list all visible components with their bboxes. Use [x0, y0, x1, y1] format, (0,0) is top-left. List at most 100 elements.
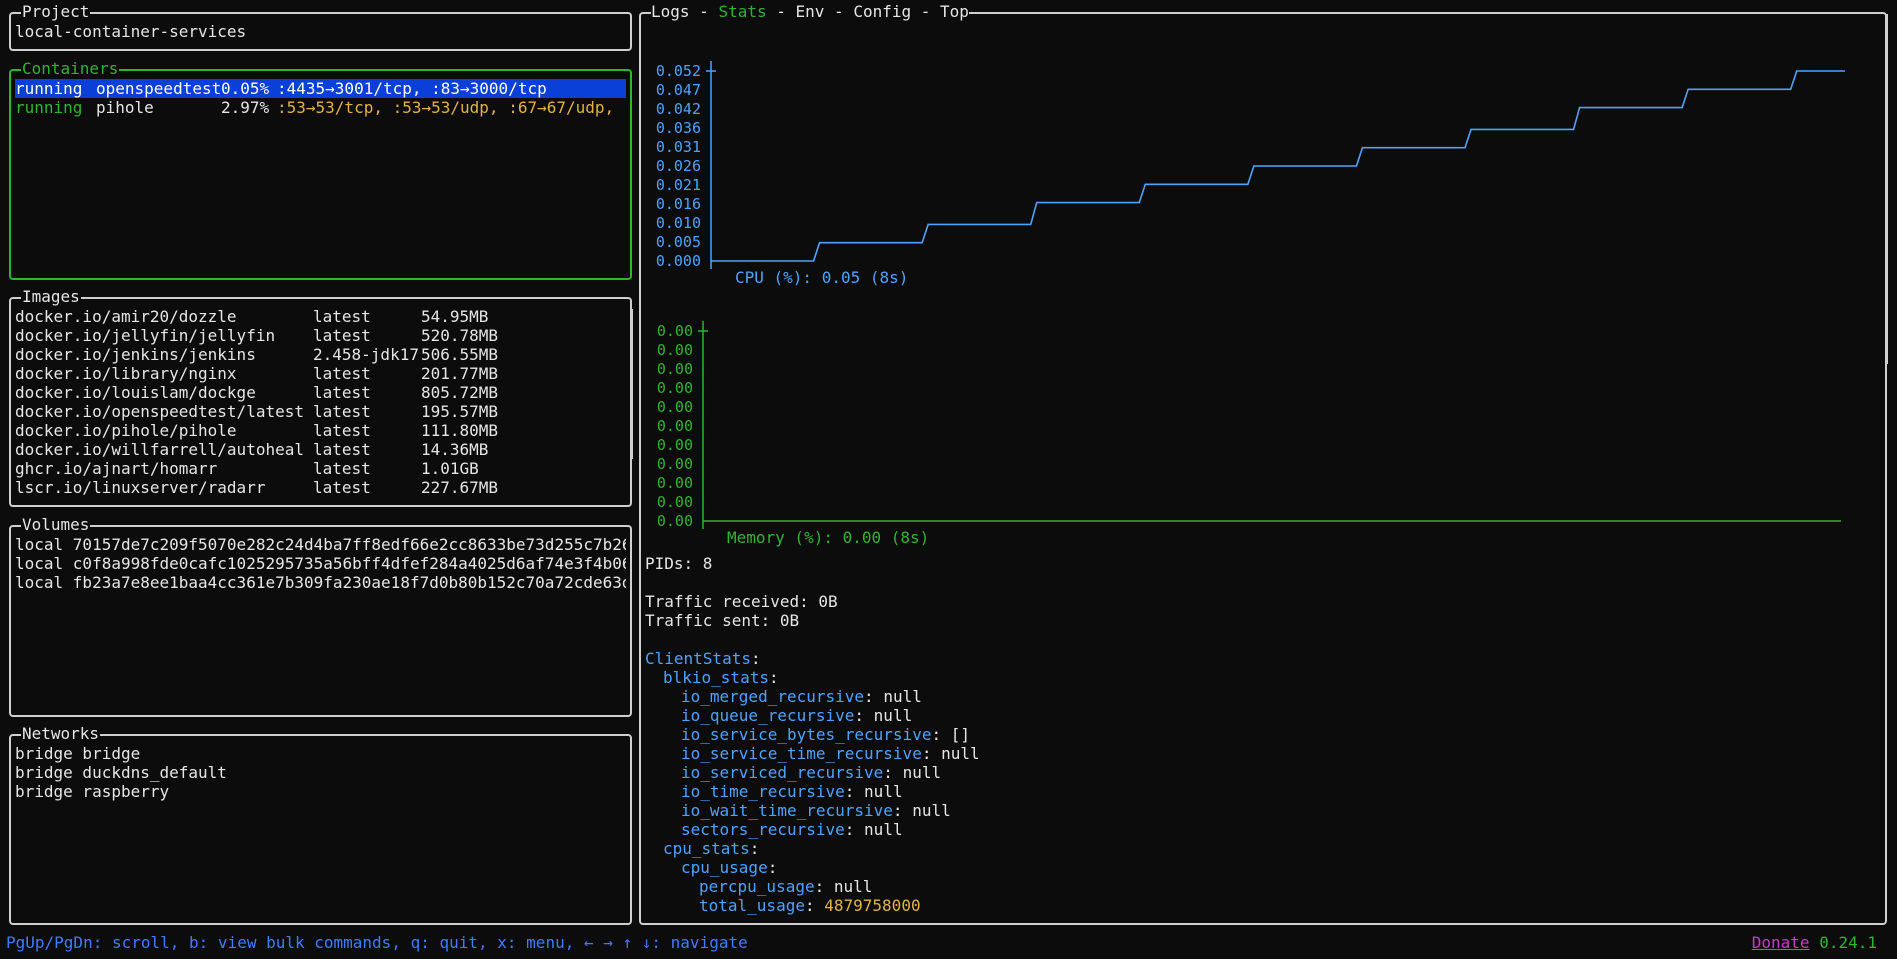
container-status: running — [15, 98, 83, 117]
container-ports: :4435→3001/tcp, :83→3000/tcp — [277, 79, 547, 98]
tree-node: io_queue_recursive: null — [681, 706, 913, 725]
images-panel[interactable]: Images docker.io/amir20/dozzle latest 54.9… — [9, 287, 633, 507]
tree-key: io_time_recursive — [681, 782, 845, 801]
image-name: docker.io/library/nginx — [15, 364, 237, 383]
container-cpu: 2.97% — [221, 98, 270, 117]
image-name: lscr.io/linuxserver/radarr — [15, 478, 266, 497]
container-row[interactable]: running pihole 2.97% :53→53/tcp, :53→53/… — [15, 98, 626, 117]
image-row[interactable]: docker.io/willfarrell/autoheal latest 14.3… — [15, 440, 626, 459]
tree-key: blkio_stats — [663, 668, 769, 687]
project-name: local-container-services — [15, 22, 247, 41]
donate-link[interactable]: Donate — [1752, 933, 1810, 952]
footer-right: Donate 0.24.1 — [1752, 933, 1877, 953]
image-tag: latest — [313, 459, 371, 478]
image-row[interactable]: lscr.io/linuxserver/radarr latest 227.67MB — [15, 478, 626, 497]
volume-row[interactable]: local c0f8a998fde0cafc1025295735a56bff4d… — [15, 554, 626, 573]
details-panel[interactable]: Logs - Stats - Env - Config - Top 0.052 0… — [639, 2, 1888, 925]
image-row[interactable]: ghcr.io/ajnart/homarr latest 1.01GB — [15, 459, 626, 478]
tree-node: io_wait_time_recursive: null — [681, 801, 951, 820]
image-size: 520.78MB — [421, 326, 499, 345]
network-row[interactable]: bridge duckdns_default — [15, 763, 626, 782]
cpu-chart: 0.052 0.047 0.042 0.036 0.031 0.026 0.021 0.016… — [641, 14, 1881, 294]
traffic-received-text: Traffic received: 0B — [645, 592, 838, 611]
pids-text: PIDs: 8 — [645, 554, 713, 573]
tree-value: null — [864, 782, 903, 801]
tree-node: percpu_usage: null — [699, 877, 873, 896]
container-name: pihole — [96, 98, 154, 117]
project-panel-title: Project — [21, 2, 91, 22]
image-name: ghcr.io/ajnart/homarr — [15, 459, 218, 478]
image-tag: latest — [313, 364, 371, 383]
tree-key: sectors_recursive — [681, 820, 845, 839]
memory-chart-caption: Memory (%): 0.00 (8s) — [727, 528, 930, 547]
details-scrollbar[interactable] — [1885, 14, 1888, 364]
volumes-panel[interactable]: Volumes local 70157de7c209f5070e282c24d4… — [9, 515, 632, 717]
network-row[interactable]: bridge raspberry — [15, 782, 626, 801]
volume-row[interactable]: local 70157de7c209f5070e282c24d4ba7ff8ed… — [15, 535, 626, 554]
tree-node: sectors_recursive: null — [681, 820, 903, 839]
tree-value: null — [883, 687, 922, 706]
project-panel[interactable]: Project local-container-services — [9, 2, 632, 51]
image-size: 111.80MB — [421, 421, 499, 440]
image-size: 227.67MB — [421, 478, 499, 497]
networks-panel-title: Networks — [21, 724, 101, 744]
images-scrollbar[interactable] — [630, 309, 633, 459]
image-size: 54.95MB — [421, 307, 489, 326]
tree-value: null — [912, 801, 951, 820]
image-row[interactable]: docker.io/amir20/dozzle latest 54.95MB — [15, 307, 626, 326]
tree-node: io_merged_recursive: null — [681, 687, 922, 706]
network-row[interactable]: bridge bridge — [15, 744, 626, 763]
image-row[interactable]: docker.io/pihole/pihole latest 111.80MB — [15, 421, 626, 440]
tree-value: null — [864, 820, 903, 839]
image-row[interactable]: docker.io/openspeedtest/latest latest 195.… — [15, 402, 626, 421]
image-size: 201.77MB — [421, 364, 499, 383]
image-tag: latest — [313, 326, 371, 345]
volumes-panel-title: Volumes — [21, 515, 91, 535]
image-tag: latest — [313, 478, 371, 497]
tree-key: io_serviced_recursive — [681, 763, 884, 782]
image-tag: latest — [313, 421, 371, 440]
image-size: 14.36MB — [421, 440, 489, 459]
image-name: docker.io/amir20/dozzle — [15, 307, 237, 326]
image-name: docker.io/pihole/pihole — [15, 421, 237, 440]
image-tag: latest — [313, 440, 371, 459]
networks-panel[interactable]: Networks bridge bridge bridge duckdns_def… — [9, 724, 632, 925]
image-name: docker.io/willfarrell/autoheal — [15, 440, 304, 459]
tree-key: cpu_stats — [663, 839, 750, 858]
image-size: 506.55MB — [421, 345, 499, 364]
image-row[interactable]: docker.io/jellyfin/jellyfin latest 520.78M… — [15, 326, 626, 345]
tree-node: cpu_stats: — [663, 839, 760, 858]
cpu-chart-caption: CPU (%): 0.05 (8s) — [735, 268, 909, 287]
tree-node: blkio_stats: — [663, 668, 779, 687]
container-cpu: 0.05% — [221, 79, 270, 98]
tree-key: io_wait_time_recursive — [681, 801, 893, 820]
tree-node: cpu_usage: — [681, 858, 778, 877]
image-row[interactable]: docker.io/jenkins/jenkins 2.458-jdk17 506.… — [15, 345, 626, 364]
tree-node: ClientStats: — [645, 649, 761, 668]
image-size: 1.01GB — [421, 459, 479, 478]
tree-key: cpu_usage — [681, 858, 768, 877]
tree-key: total_usage — [699, 896, 805, 915]
tree-key: ClientStats — [645, 649, 751, 668]
image-row[interactable]: docker.io/louislam/dockge latest 805.72MB — [15, 383, 626, 402]
tree-key: io_service_time_recursive — [681, 744, 922, 763]
images-panel-title: Images — [21, 287, 81, 307]
container-name: openspeedtest — [96, 79, 222, 98]
containers-panel-title: Containers — [21, 59, 120, 79]
tree-value: 4879758000 — [824, 896, 921, 915]
tree-node: io_serviced_recursive: null — [681, 763, 942, 782]
volume-row[interactable]: local fb23a7e8ee1baa4cc361e7b309fa230ae1… — [15, 573, 626, 592]
containers-panel[interactable]: Containers running openspeedtest 0.05% :… — [9, 59, 632, 280]
traffic-sent-text: Traffic sent: 0B — [645, 611, 800, 630]
image-tag: latest — [313, 383, 371, 402]
container-ports: :53→53/tcp, :53→53/udp, :67→67/udp, — [277, 98, 615, 117]
tree-key: io_service_bytes_recursive — [681, 725, 932, 744]
image-name: docker.io/jenkins/jenkins — [15, 345, 256, 364]
tree-node: total_usage: 4879758000 — [699, 896, 921, 915]
tree-value: [] — [950, 725, 970, 744]
container-row[interactable]: running openspeedtest 0.05% :4435→3001/t… — [15, 79, 626, 98]
tree-key: percpu_usage — [699, 877, 815, 896]
memory-chart-svg — [698, 321, 1841, 529]
image-row[interactable]: docker.io/library/nginx latest 201.77MB — [15, 364, 626, 383]
version-label: 0.24.1 — [1819, 933, 1877, 952]
